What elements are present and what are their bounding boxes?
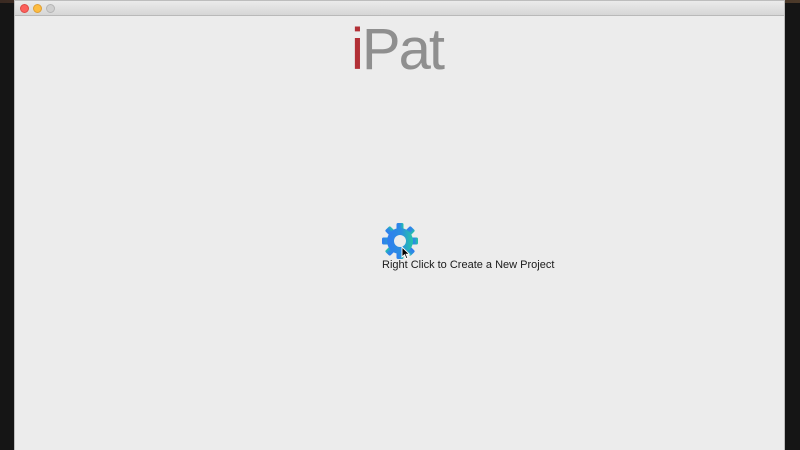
arrow-pointer-icon [401,246,411,260]
zoom-icon[interactable] [46,4,55,13]
create-project-hint[interactable]: Right Click to Create a New Project [381,222,561,282]
app-window: iPat Right Click to Create a New Project [15,1,784,450]
create-project-hint-text: Right Click to Create a New Project [382,259,555,271]
desktop-background: iPat Right Click to Create a New Project [0,0,800,450]
gear-icon[interactable] [381,222,419,260]
project-canvas[interactable]: iPat Right Click to Create a New Project [15,16,784,450]
window-titlebar[interactable] [15,1,784,16]
logo-letters-pat: Pat [361,17,445,82]
close-icon[interactable] [20,4,29,13]
app-logo: iPat [351,17,445,82]
minimize-icon[interactable] [33,4,42,13]
logo-letter-i: i [351,17,364,82]
